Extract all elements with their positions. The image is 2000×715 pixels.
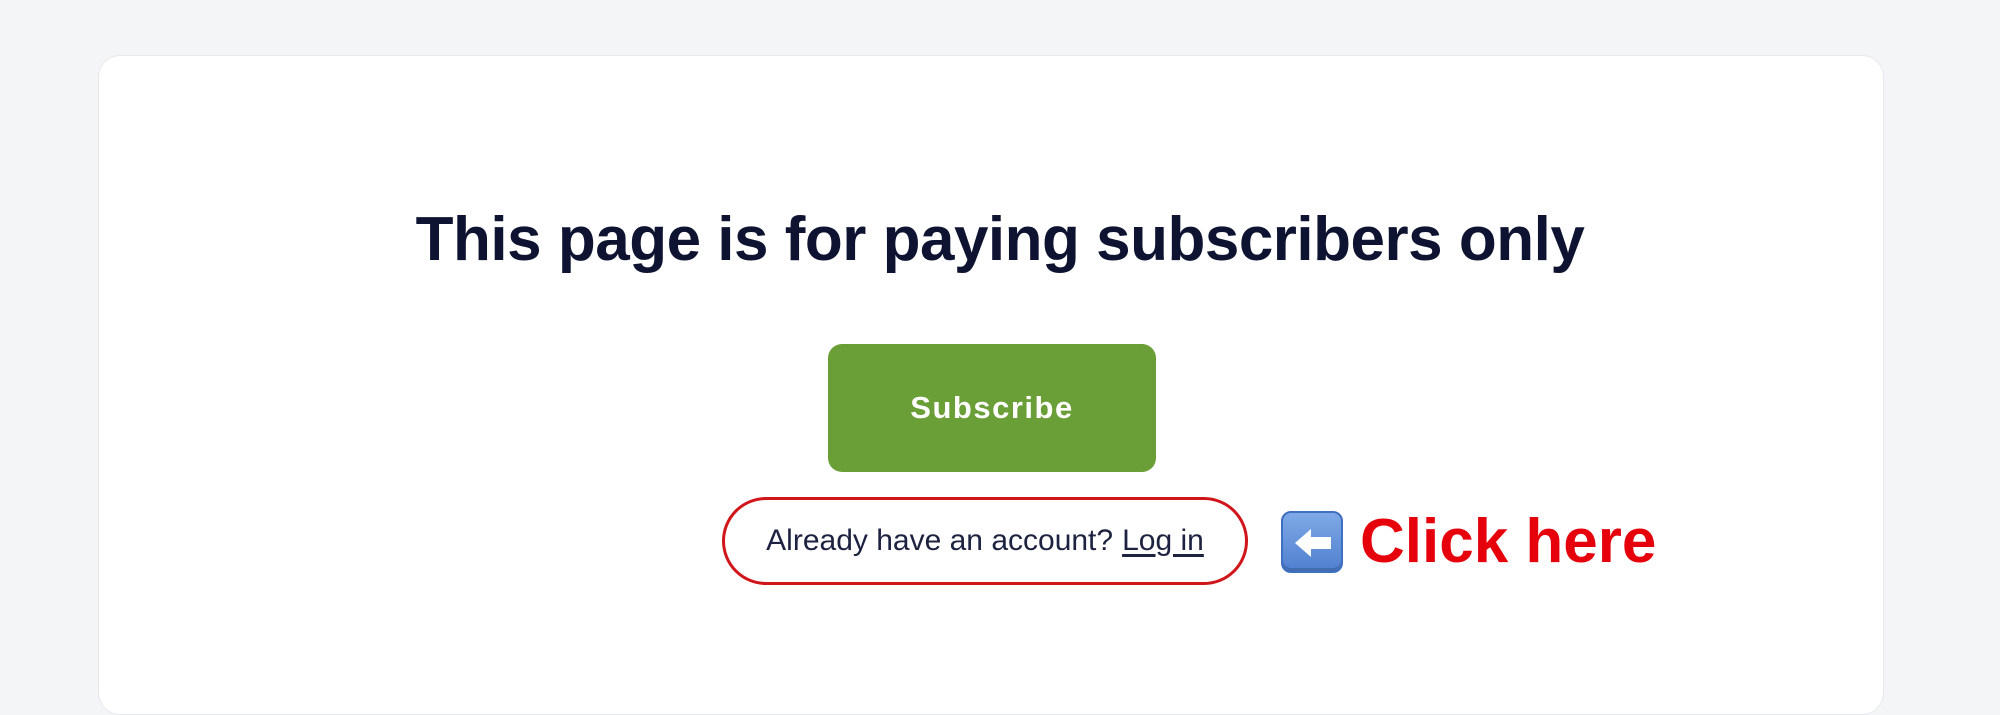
paywall-headline: This page is for paying subscribers only (415, 205, 1585, 274)
click-here-label: Click here (1360, 507, 1657, 576)
login-link[interactable]: Log in (1122, 524, 1204, 558)
login-prompt: Already have an account? Log in (722, 497, 1248, 585)
left-arrow-icon (1281, 511, 1343, 573)
subscribe-button[interactable]: Subscribe (828, 344, 1156, 472)
login-prompt-text: Already have an account? (766, 524, 1114, 557)
